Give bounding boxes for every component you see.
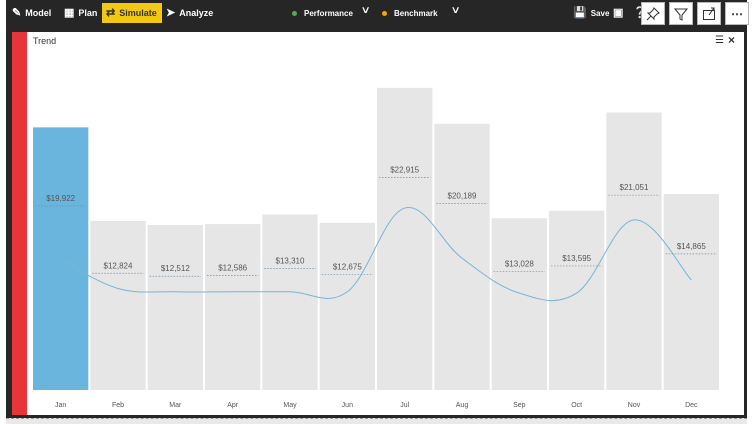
comment-icon: ▣ — [613, 6, 624, 19]
data-label-oct: $13,595 — [562, 254, 591, 263]
performance-selector[interactable]: Performance — [292, 3, 353, 23]
data-label-mar: $12,512 — [161, 264, 190, 273]
bar-apr[interactable] — [205, 224, 261, 390]
bar-nov[interactable] — [606, 112, 662, 390]
x-tick-apr: Apr — [227, 402, 239, 409]
filter-icon — [674, 8, 688, 21]
bar-jun[interactable] — [319, 222, 375, 390]
top-toolbar: ✎ Model ▦ Plan ⇄ Simulate ➤ Analyze Perf… — [6, 0, 747, 26]
model-tab[interactable]: ✎ Model — [12, 3, 51, 23]
performance-dot-icon — [292, 10, 297, 16]
bar-mar[interactable] — [147, 225, 203, 390]
save-icon: 💾 — [573, 6, 587, 19]
more-options-icon: ⋯ — [731, 6, 743, 21]
x-tick-jul: Jul — [400, 402, 409, 409]
benchmark-selector[interactable]: Benchmark — [382, 3, 438, 23]
bar-sep[interactable] — [491, 218, 547, 390]
x-tick-sep: Sep — [513, 402, 526, 409]
data-label-aug: $20,189 — [448, 191, 477, 200]
data-label-feb: $12,824 — [104, 261, 133, 270]
plan-label: Plan — [78, 8, 98, 18]
x-tick-oct: Oct — [571, 402, 582, 409]
simulate-icon: ⇄ — [106, 6, 116, 19]
x-tick-aug: Aug — [456, 402, 469, 409]
filter-button[interactable] — [669, 2, 693, 25]
trend-chart: $19,922 $12,824 $12,512 $12,586 $13,310 $12,6… — [33, 87, 719, 409]
bar-jul[interactable] — [377, 87, 433, 390]
data-label-dec: $14,865 — [677, 242, 706, 251]
pin-icon — [646, 6, 660, 20]
x-tick-feb: Feb — [112, 402, 124, 409]
x-tick-dec: Dec — [685, 402, 698, 409]
analyze-label: Analyze — [179, 8, 214, 18]
data-label-may: $13,310 — [276, 257, 305, 266]
analyze-tab[interactable]: ➤ Analyze — [166, 3, 213, 23]
pin-button[interactable] — [641, 2, 665, 25]
benchmark-label: Benchmark — [394, 8, 438, 18]
grid-icon: ▦ — [64, 6, 75, 19]
benchmark-dot-icon — [382, 10, 387, 16]
data-label-jul: $22,915 — [390, 165, 419, 174]
save-button[interactable]: 💾 Save — [573, 3, 609, 23]
bar-aug[interactable] — [434, 123, 490, 391]
bar-dec[interactable] — [663, 194, 719, 390]
benchmark-chevron-down-icon[interactable]: ∨ — [451, 5, 461, 16]
x-tick-may: May — [283, 402, 297, 409]
simulate-label: Simulate — [119, 8, 157, 18]
wrench-icon: ✎ — [12, 6, 22, 19]
plan-tab[interactable]: ▦ Plan — [64, 3, 97, 23]
data-label-apr: $12,586 — [218, 264, 247, 273]
data-label-nov: $21,051 — [620, 183, 649, 192]
bar-feb[interactable] — [90, 220, 146, 390]
bar-may[interactable] — [262, 214, 318, 390]
data-label-jun: $12,675 — [333, 263, 362, 272]
simulate-tab[interactable]: ⇄ Simulate — [102, 3, 162, 23]
more-options-button[interactable]: ⋯ — [725, 2, 749, 25]
performance-label: Performance — [304, 8, 353, 18]
model-label: Model — [25, 8, 52, 18]
save-label: Save — [590, 8, 610, 18]
x-tick-mar: Mar — [169, 402, 182, 409]
bar-jan[interactable] — [33, 127, 89, 390]
performance-chevron-down-icon[interactable]: ∨ — [361, 5, 371, 16]
focus-mode-icon — [703, 7, 715, 20]
focus-mode-button[interactable] — [697, 2, 721, 25]
x-tick-nov: Nov — [628, 402, 641, 409]
trend-visual: Trend ☰ × $19,922 $12,824 $12,512 $12,586 $1… — [12, 32, 744, 415]
comment-button[interactable]: ▣ — [613, 3, 627, 23]
data-label-jan: $19,922 — [46, 194, 75, 203]
bottom-resize-strip — [6, 418, 747, 424]
x-tick-jun: Jun — [342, 402, 353, 409]
data-label-sep: $13,028 — [505, 259, 534, 268]
x-tick-jan: Jan — [55, 402, 66, 409]
analyze-icon: ➤ — [166, 6, 176, 19]
